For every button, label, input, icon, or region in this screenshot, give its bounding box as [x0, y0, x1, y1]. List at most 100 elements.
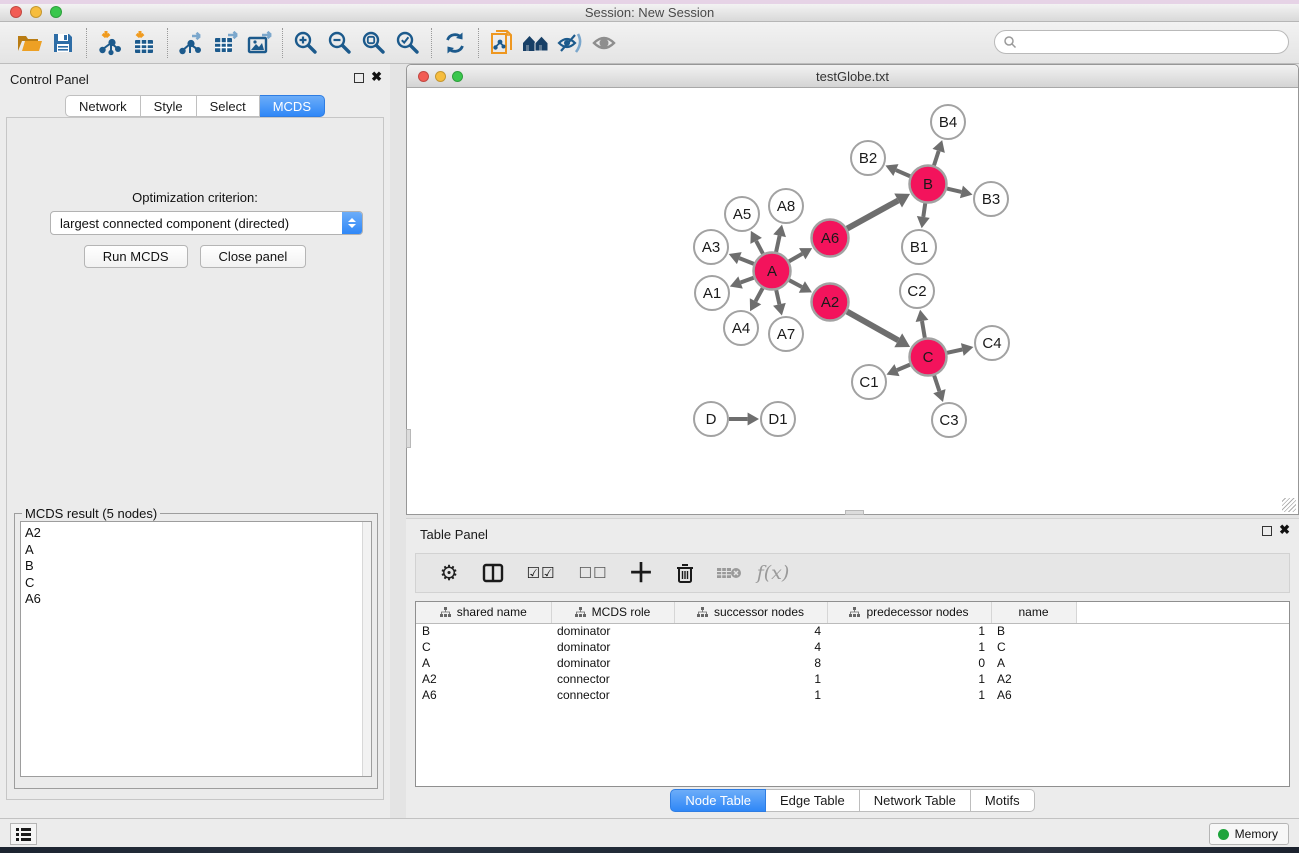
- cell-MCDS-role[interactable]: connector: [551, 687, 674, 703]
- cell-name[interactable]: A2: [991, 671, 1076, 687]
- edge-B-B3[interactable]: [947, 189, 961, 192]
- table-row[interactable]: Cdominator41C: [416, 639, 1289, 655]
- table-row[interactable]: Adominator80A: [416, 655, 1289, 671]
- cell-shared-name[interactable]: A6: [416, 687, 551, 703]
- edge-C-C1[interactable]: [897, 365, 910, 371]
- splitter-handle-left[interactable]: [406, 429, 411, 448]
- close-panel-button[interactable]: Close panel: [200, 245, 307, 268]
- export-table-icon[interactable]: [208, 27, 242, 59]
- cell-predecessor-nodes[interactable]: 1: [827, 639, 991, 655]
- save-session-icon[interactable]: [46, 27, 80, 59]
- scrollbar[interactable]: [362, 522, 371, 776]
- cell-MCDS-role[interactable]: dominator: [551, 655, 674, 671]
- maximize-window-button[interactable]: [50, 6, 62, 18]
- tab-edge-table[interactable]: Edge Table: [766, 789, 860, 812]
- search-input[interactable]: [1017, 33, 1288, 51]
- close-network-button[interactable]: [418, 71, 429, 82]
- columns-icon[interactable]: [478, 558, 508, 588]
- cell-name[interactable]: A6: [991, 687, 1076, 703]
- edge-A-A7[interactable]: [776, 290, 779, 304]
- export-image-icon[interactable]: [242, 27, 276, 59]
- edge-A-A6[interactable]: [789, 254, 802, 262]
- gear-icon[interactable]: ⚙: [434, 558, 464, 588]
- edge-A-A4[interactable]: [756, 288, 763, 301]
- zoom-fit-icon[interactable]: [357, 27, 391, 59]
- zoom-selected-icon[interactable]: [391, 27, 425, 59]
- edge-A-A1[interactable]: [741, 278, 754, 283]
- cell-successor-nodes[interactable]: 8: [674, 655, 827, 671]
- network-window-titlebar[interactable]: testGlobe.txt: [407, 65, 1298, 88]
- maximize-network-button[interactable]: [452, 71, 463, 82]
- cell-shared-name[interactable]: C: [416, 639, 551, 655]
- column-header-MCDS-role[interactable]: MCDS role: [551, 602, 674, 623]
- cell-predecessor-nodes[interactable]: 0: [827, 655, 991, 671]
- cell-predecessor-nodes[interactable]: 1: [827, 671, 991, 687]
- cell-MCDS-role[interactable]: dominator: [551, 623, 674, 639]
- zoom-out-icon[interactable]: [323, 27, 357, 59]
- column-header-successor-nodes[interactable]: successor nodes: [674, 602, 827, 623]
- table-row[interactable]: A2connector11A2: [416, 671, 1289, 687]
- cell-name[interactable]: B: [991, 623, 1076, 639]
- delete-table-icon[interactable]: [714, 558, 744, 588]
- network-canvas[interactable]: AA1A3A4A5A7A8A6A2BB1B2B3B4CC1C2C3C4DD1: [408, 89, 1297, 514]
- open-file-icon[interactable]: [12, 27, 46, 59]
- hide-details-icon[interactable]: [553, 27, 587, 59]
- edge-C-C3[interactable]: [934, 375, 939, 391]
- mcds-result-item[interactable]: C: [25, 575, 371, 592]
- edge-A-A3[interactable]: [739, 258, 754, 264]
- edge-A-A2[interactable]: [789, 280, 802, 287]
- edge-C-C4[interactable]: [947, 349, 962, 352]
- close-table-panel-icon[interactable]: ✖: [1279, 522, 1290, 538]
- task-history-button[interactable]: [10, 823, 37, 845]
- splitter-handle-bottom[interactable]: [845, 510, 864, 515]
- cell-name[interactable]: C: [991, 639, 1076, 655]
- mcds-result-item[interactable]: A: [25, 542, 371, 559]
- float-table-panel-icon[interactable]: [1262, 526, 1272, 536]
- cell-successor-nodes[interactable]: 1: [674, 687, 827, 703]
- resize-grip-icon[interactable]: [1282, 498, 1296, 512]
- cell-shared-name[interactable]: A2: [416, 671, 551, 687]
- network-graph[interactable]: AA1A3A4A5A7A8A6A2BB1B2B3B4CC1C2C3C4DD1: [408, 89, 1297, 514]
- mcds-result-list[interactable]: A2ABCA6: [20, 521, 372, 777]
- import-table-icon[interactable]: [127, 27, 161, 59]
- cell-predecessor-nodes[interactable]: 1: [827, 687, 991, 703]
- function-builder-icon[interactable]: f(x): [758, 558, 788, 588]
- import-network-icon[interactable]: [93, 27, 127, 59]
- add-column-icon[interactable]: ＋: [626, 558, 656, 588]
- cell-successor-nodes[interactable]: 4: [674, 639, 827, 655]
- cell-shared-name[interactable]: A: [416, 655, 551, 671]
- tab-mcds[interactable]: MCDS: [260, 95, 325, 117]
- cell-successor-nodes[interactable]: 1: [674, 671, 827, 687]
- edge-A-A8[interactable]: [776, 236, 779, 252]
- edge-A6-B[interactable]: [847, 200, 898, 228]
- cell-successor-nodes[interactable]: 4: [674, 623, 827, 639]
- column-header-name[interactable]: name: [991, 602, 1076, 623]
- minimize-window-button[interactable]: [30, 6, 42, 18]
- delete-icon[interactable]: [670, 558, 700, 588]
- column-header-shared-name[interactable]: shared name: [416, 602, 551, 623]
- edge-C-C2[interactable]: [922, 321, 925, 338]
- criterion-dropdown[interactable]: largest connected component (directed): [50, 211, 363, 235]
- edge-B-B4[interactable]: [934, 151, 939, 166]
- refresh-icon[interactable]: [438, 27, 472, 59]
- mcds-result-item[interactable]: A6: [25, 591, 371, 608]
- edge-B-B2[interactable]: [896, 170, 910, 176]
- tab-node-table[interactable]: Node Table: [670, 789, 766, 812]
- minimize-network-button[interactable]: [435, 71, 446, 82]
- table-row[interactable]: A6connector11A6: [416, 687, 1289, 703]
- tab-motifs[interactable]: Motifs: [971, 789, 1035, 812]
- column-header-predecessor-nodes[interactable]: predecessor nodes: [827, 602, 991, 623]
- zoom-in-icon[interactable]: [289, 27, 323, 59]
- edge-A-A5[interactable]: [756, 241, 763, 254]
- search-field[interactable]: [994, 30, 1289, 54]
- run-mcds-button[interactable]: Run MCDS: [84, 245, 188, 268]
- close-window-button[interactable]: [10, 6, 22, 18]
- deselect-all-icon[interactable]: ☐☐: [574, 558, 612, 588]
- edge-A2-C[interactable]: [847, 312, 898, 341]
- memory-button[interactable]: Memory: [1209, 823, 1289, 845]
- export-network-icon[interactable]: [174, 27, 208, 59]
- cell-name[interactable]: A: [991, 655, 1076, 671]
- tab-network[interactable]: Network: [65, 95, 141, 117]
- tab-network-table[interactable]: Network Table: [860, 789, 971, 812]
- close-panel-icon[interactable]: ✖: [371, 69, 382, 85]
